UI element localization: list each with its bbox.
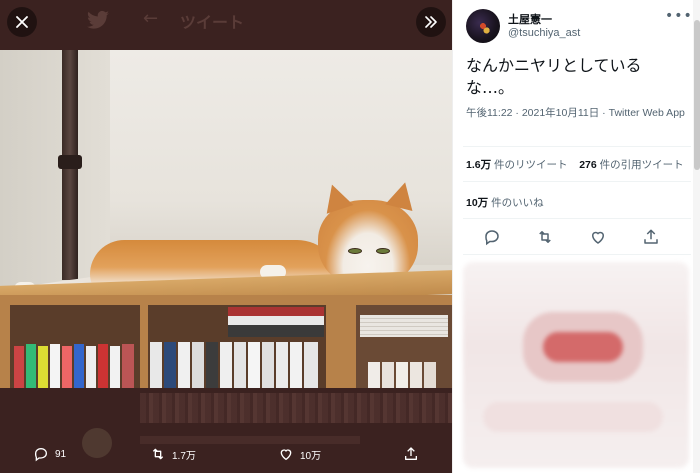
photo-book [110,346,120,388]
photo-cat-eye-left [348,248,362,254]
photo-book [26,344,36,388]
photo-book [192,342,204,388]
photo-book [62,346,72,388]
photo-book [290,342,302,388]
photo-book [304,342,318,388]
avatar[interactable] [466,9,500,43]
scrollbar[interactable] [693,0,700,473]
tweet-photo[interactable] [0,50,452,388]
photo-book [74,344,84,388]
media-viewer: ← ツイート 91 1.7万 10万 [0,0,452,473]
divider [463,181,691,182]
photo-book [276,342,288,388]
photo-book [178,342,190,388]
share-icon[interactable] [642,228,660,246]
photo-shelf-compartment [148,305,326,388]
close-icon [16,16,28,28]
retweet-action[interactable]: 1.7万 [150,446,196,462]
blurred-shape [483,402,663,432]
background-timeline-header: ← ツイート [0,0,452,44]
photo-shelf-compartment [10,305,140,388]
retweets-label: 件のリツイート [494,159,568,171]
photo-book [38,346,48,388]
photo-book [14,346,24,388]
photo-book [86,346,96,388]
like-icon[interactable] [589,228,607,246]
tweet-text-line: なんかニヤリとしている [466,56,642,75]
photo-book [382,362,394,388]
like-action[interactable]: 10万 [278,446,321,462]
retweets-stat[interactable]: 1.6万 件のリツイート [466,159,568,171]
reply-icon [35,447,48,462]
share-icon [405,447,417,460]
photo-book [206,342,218,388]
retweet-quote-stats: 1.6万 件のリツイート 276 件の引用ツイート [466,157,684,172]
retweet-count: 1.7万 [172,450,196,462]
double-chevron-right-icon [425,16,437,28]
more-options-icon[interactable]: ••• [665,8,693,24]
photo-book [220,342,232,388]
background-books-strip [140,393,452,423]
photo-book [122,344,134,388]
tweet-source-link[interactable]: Twitter Web App [609,107,685,119]
photo-book [98,344,108,388]
twitter-bird-icon [87,10,109,29]
photo-cat-eye-right [376,248,390,254]
tweet-detail-panel: 土屋憲一 @tsuchiya_ast ••• なんかニヤリとしている な…。 午… [452,0,700,473]
retweets-count: 1.6万 [466,159,492,171]
quotes-stat[interactable]: 276 件の引用ツイート [579,159,683,171]
tweet-meta: 午後11:22 · 2021年10月11日 · Twitter Web App [466,106,688,121]
likes-label: 件のいいね [491,197,544,209]
likes-stats: 10万 件のいいね [466,195,544,210]
author-display-name[interactable]: 土屋憲一 [508,11,552,27]
tweet-text-line: な…。 [466,78,515,97]
photo-book [410,362,422,388]
photo-stacked-papers [360,315,448,337]
like-count: 10万 [300,450,322,462]
scrollbar-thumb[interactable] [694,20,700,170]
divider [463,146,691,147]
likes-stat[interactable]: 10万 件のいいね [466,197,544,209]
photo-book [50,344,60,388]
tweet-action-bar [453,228,700,248]
toggle-panel-button[interactable] [416,7,446,37]
tweet-timestamp[interactable]: 午後11:22 · 2021年10月11日 · [466,107,609,119]
reply-icon[interactable] [483,228,501,246]
photo-book [150,342,162,388]
photo-book [164,342,176,388]
photo-stacked-books [228,307,324,337]
close-button[interactable] [7,7,37,37]
divider [463,254,691,255]
blurred-ad-content [463,262,689,468]
quotes-count: 276 [579,159,597,171]
photo-pole-band [58,155,82,169]
photo-book [396,362,408,388]
retweet-icon [152,448,164,460]
reply-action[interactable]: 91 [33,446,66,462]
photo-book [368,362,380,388]
likes-count: 10万 [466,197,489,209]
photo-book [248,342,260,388]
back-arrow-icon: ← [143,8,159,29]
retweet-icon[interactable] [536,228,554,246]
background-page-title: ツイート [180,13,245,32]
tweet-text: なんかニヤリとしている な…。 [466,55,688,99]
blurred-shape [543,332,623,362]
like-icon [280,449,292,461]
author-handle[interactable]: @tsuchiya_ast [508,27,580,39]
media-action-bar [0,430,452,473]
divider [463,218,691,219]
quotes-label: 件の引用ツイート [599,159,684,171]
share-action[interactable] [403,446,419,462]
photo-book [424,362,436,388]
photo-book [234,342,246,388]
photo-book [262,342,274,388]
reply-count: 91 [55,448,67,460]
photo-shelf-compartment [356,305,452,388]
